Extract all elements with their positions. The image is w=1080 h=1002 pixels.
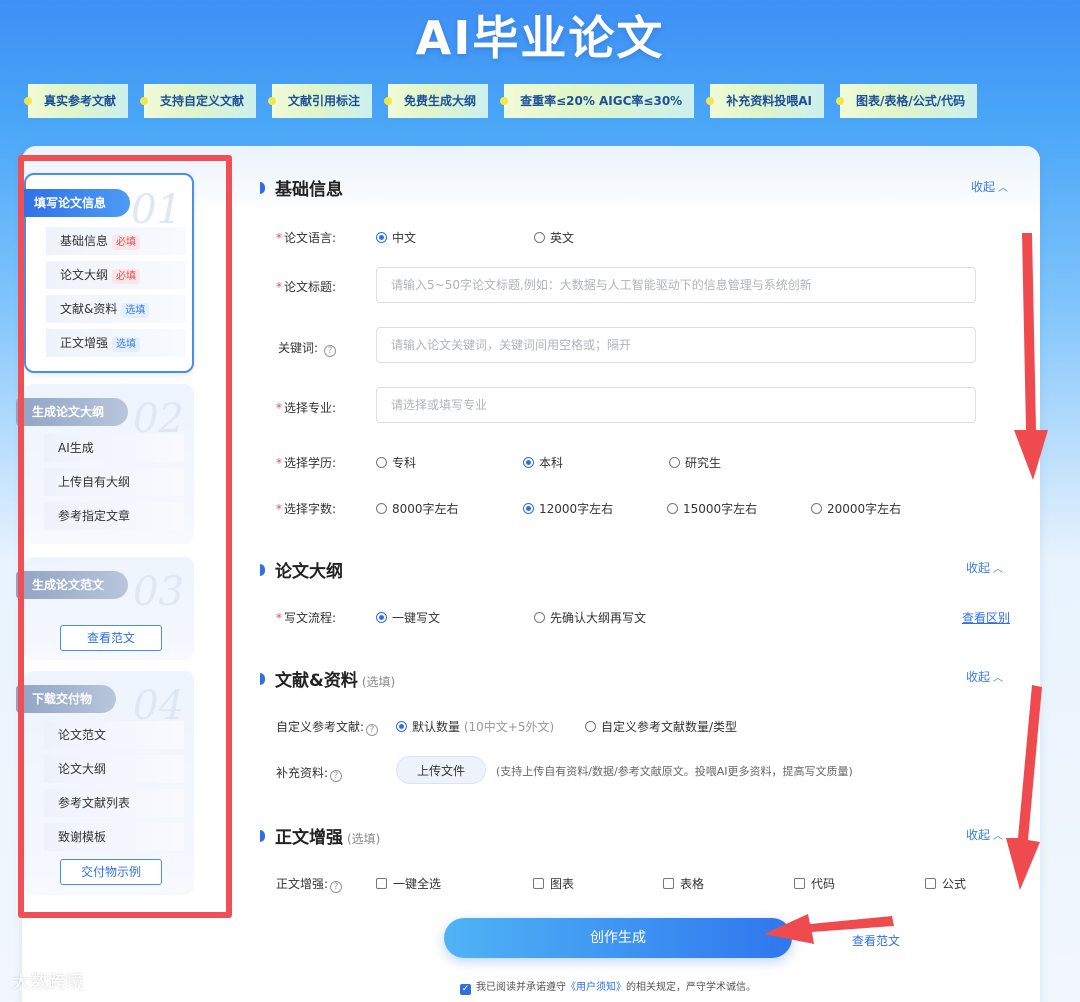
arrow-left-icon [764, 914, 894, 944]
arrow-down-right2-icon [1006, 685, 1042, 890]
annotation-arrows [764, 233, 1048, 944]
arrow-down-right-icon [1014, 233, 1048, 480]
